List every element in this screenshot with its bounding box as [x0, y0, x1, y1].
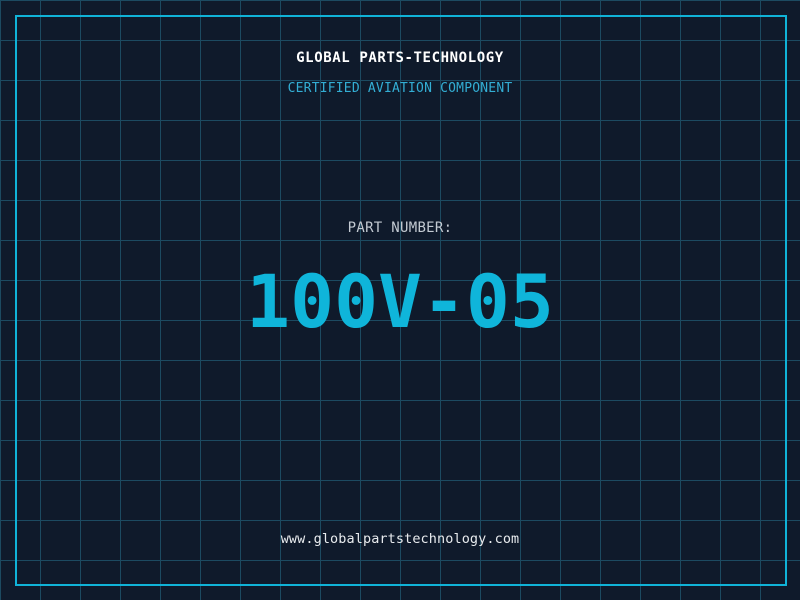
placard-background: GLOBAL PARTS-TECHNOLOGY CERTIFIED AVIATI…	[0, 0, 800, 600]
website-url: www.globalpartstechnology.com	[0, 532, 800, 546]
part-number-value: 100V-05	[0, 263, 800, 343]
part-number-label: PART NUMBER:	[0, 221, 800, 235]
brand-title: GLOBAL PARTS-TECHNOLOGY	[0, 51, 800, 65]
brand-subtitle: CERTIFIED AVIATION COMPONENT	[0, 82, 800, 95]
